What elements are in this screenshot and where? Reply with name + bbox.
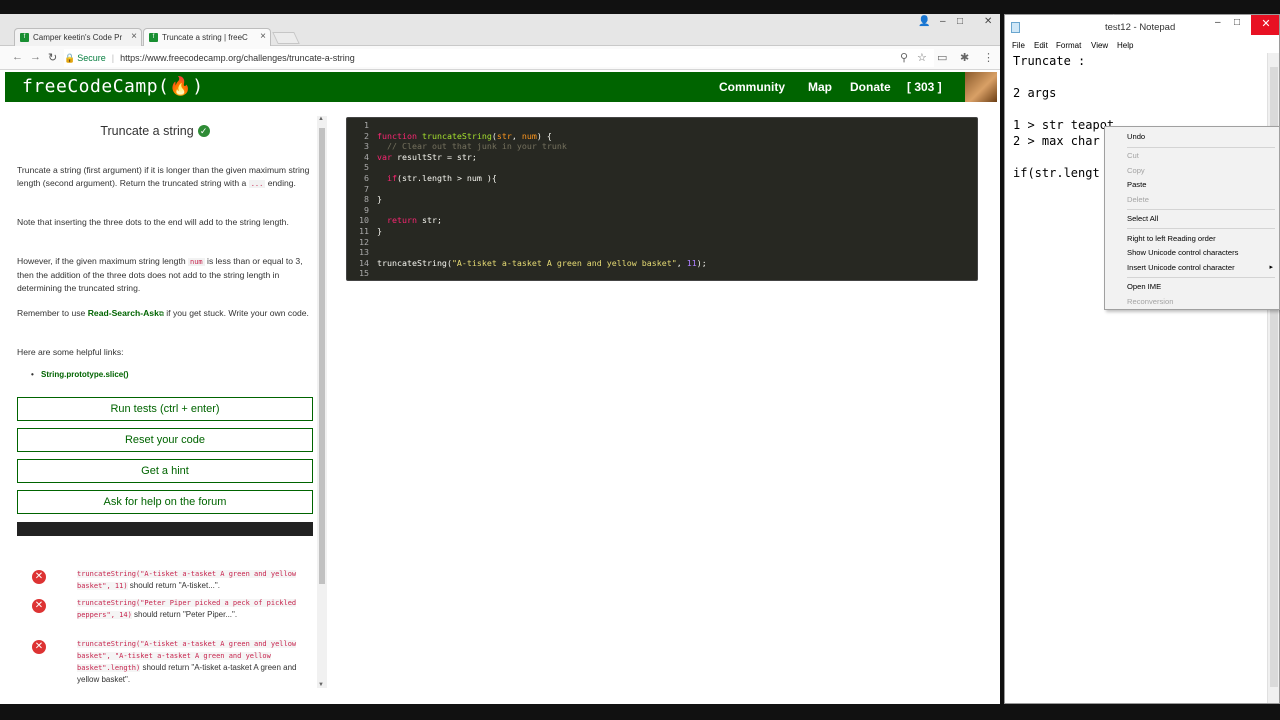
tab-close-icon[interactable]: × bbox=[131, 31, 137, 42]
window-close-icon[interactable]: ✕ bbox=[984, 16, 992, 27]
code-line: 15 bbox=[359, 268, 369, 279]
nav-map[interactable]: Map bbox=[808, 80, 832, 94]
tab-truncate-string[interactable]: f Truncate a string | freeC × bbox=[143, 28, 271, 46]
ask-forum-button[interactable]: Ask for help on the forum bbox=[17, 490, 313, 514]
code-line: 11} bbox=[359, 226, 382, 236]
fail-icon: ✕ bbox=[32, 570, 46, 584]
search-icon[interactable]: ⚲ bbox=[900, 51, 908, 64]
output-bar bbox=[17, 522, 313, 536]
link-string-slice[interactable]: String.prototype.slice() bbox=[31, 370, 129, 379]
challenge-pane: Truncate a string ✓ Truncate a string (fi… bbox=[5, 118, 327, 700]
description-p5: Here are some helpful links: bbox=[17, 347, 124, 357]
menu-format[interactable]: Format bbox=[1056, 41, 1081, 50]
reload-icon[interactable]: ↻ bbox=[48, 51, 57, 64]
code-line: 3 // Clear out that junk in your trunk bbox=[364, 141, 567, 152]
code-line: 7 bbox=[364, 183, 369, 194]
code-line: 10 return str; bbox=[359, 215, 442, 226]
menu-item-cut: Cut bbox=[1127, 151, 1139, 160]
new-tab-button[interactable] bbox=[272, 32, 300, 44]
back-icon[interactable]: ← bbox=[12, 51, 23, 63]
notepad-app-icon bbox=[1011, 22, 1020, 33]
menu-edit[interactable]: Edit bbox=[1034, 41, 1048, 50]
close-icon[interactable]: ✕ bbox=[1251, 15, 1279, 35]
address-bar[interactable]: 🔒 Secure | https://www.freecodecamp.org/cha… bbox=[64, 49, 934, 67]
lock-icon: 🔒 bbox=[64, 53, 76, 63]
challenge-title: Truncate a string ✓ bbox=[5, 124, 305, 138]
profile-icon[interactable]: 👤 bbox=[918, 16, 930, 27]
nav-points[interactable]: [ 303 ] bbox=[907, 80, 942, 94]
get-hint-button[interactable]: Get a hint bbox=[17, 459, 313, 483]
desktop: f Camper keetin's Code Pr × f Truncate a… bbox=[0, 0, 1280, 720]
menu-help[interactable]: Help bbox=[1117, 41, 1133, 50]
description-p2: Note that inserting the three dots to th… bbox=[17, 217, 289, 227]
challenge-scrollbar[interactable]: ▲ ▼ bbox=[317, 116, 327, 688]
minimize-icon[interactable]: – bbox=[1215, 17, 1221, 28]
scroll-down-icon[interactable]: ▼ bbox=[318, 682, 324, 688]
code-line: 13 bbox=[359, 247, 369, 258]
fail-icon: ✕ bbox=[32, 599, 46, 613]
fcc-favicon: f bbox=[149, 33, 158, 42]
submenu-arrow-icon: ▸ bbox=[1269, 264, 1273, 271]
code-line: 6 if(str.length > num ){ bbox=[364, 173, 497, 183]
tab-codepen[interactable]: f Camper keetin's Code Pr × bbox=[14, 28, 142, 46]
notepad-window: test12 - Notepad – □ ✕ File Edit Format … bbox=[1004, 14, 1280, 704]
completed-check-icon: ✓ bbox=[197, 125, 210, 137]
menu-item-paste[interactable]: Paste bbox=[1127, 180, 1146, 189]
description-p4: Remember to use Read-Search-Ask⧉ if you … bbox=[17, 308, 309, 318]
read-search-ask-link[interactable]: Read-Search-Ask bbox=[88, 308, 159, 318]
tab-title: Truncate a string | freeC bbox=[162, 33, 248, 42]
menu-item-undo[interactable]: Undo bbox=[1127, 132, 1145, 141]
tab-close-icon[interactable]: × bbox=[260, 31, 266, 42]
reset-code-button[interactable]: Reset your code bbox=[17, 428, 313, 452]
code-line: 8} bbox=[364, 194, 382, 205]
menu-view[interactable]: View bbox=[1091, 41, 1108, 50]
tab-strip: f Camper keetin's Code Pr × f Truncate a… bbox=[0, 14, 1000, 46]
url-text: https://www.freecodecamp.org/challenges/… bbox=[120, 53, 355, 63]
forward-icon[interactable]: → bbox=[30, 51, 41, 63]
run-tests-button[interactable]: Run tests (ctrl + enter) bbox=[17, 397, 313, 421]
code-line: 2 function truncateString(str, num) { bbox=[364, 130, 552, 141]
code-line: 5 bbox=[364, 162, 369, 173]
maximize-icon[interactable]: □ bbox=[1234, 17, 1240, 28]
code-line: 1 bbox=[364, 120, 369, 130]
notepad-titlebar[interactable]: test12 - Notepad – □ ✕ bbox=[1005, 15, 1279, 37]
menu-item-open-ime[interactable]: Open IME bbox=[1127, 282, 1161, 291]
menu-item-copy: Copy bbox=[1127, 166, 1145, 175]
nav-community[interactable]: Community bbox=[719, 80, 785, 94]
code-line: 12 bbox=[359, 236, 369, 247]
menu-item-reconversion: Reconversion bbox=[1127, 297, 1174, 306]
code-line: 14 truncateString("A-tisket a-tasket A gr… bbox=[359, 257, 707, 268]
extension-icon[interactable]: ✱ bbox=[960, 51, 969, 64]
tab-title: Camper keetin's Code Pr bbox=[33, 33, 123, 42]
scrollbar-thumb[interactable] bbox=[319, 128, 325, 584]
fcc-navbar: freeCodeCamp(🔥) Community Map Donate [ 3… bbox=[5, 72, 997, 102]
secure-label: Secure bbox=[77, 53, 106, 63]
browser-toolbar: ← → ↻ 🔒 Secure | https://www.freecodecamp.o… bbox=[0, 46, 1000, 70]
code-line: 4 var resultStr = str; bbox=[364, 151, 477, 162]
scroll-up-icon[interactable]: ▲ bbox=[318, 116, 324, 122]
description-p1: Truncate a string (first argument) if it… bbox=[17, 165, 310, 188]
menu-file[interactable]: File bbox=[1012, 41, 1025, 50]
avatar[interactable] bbox=[965, 72, 997, 102]
menu-item-delete: Delete bbox=[1127, 195, 1149, 204]
star-icon[interactable]: ☆ bbox=[917, 51, 927, 64]
description-p3: However, if the given maximum string len… bbox=[17, 256, 303, 293]
notepad-menubar: File Edit Format View Help bbox=[1005, 37, 1279, 53]
fail-icon: ✕ bbox=[32, 640, 46, 654]
chrome-menu-icon[interactable]: ⋮ bbox=[983, 51, 994, 64]
minimize-icon[interactable]: – bbox=[940, 16, 946, 27]
menu-item-show-unicode[interactable]: Show Unicode control characters bbox=[1127, 248, 1238, 257]
code-line: 9 bbox=[364, 204, 369, 215]
context-menu: Undo Cut Copy Paste Delete Select All Ri… bbox=[1104, 126, 1280, 310]
menu-item-insert-unicode[interactable]: Insert Unicode control character bbox=[1127, 263, 1235, 272]
code-editor[interactable]: 1 2 function truncateString(str, num) { 3… bbox=[346, 117, 978, 281]
fcc-favicon: f bbox=[20, 33, 29, 42]
menu-item-rtl[interactable]: Right to left Reading order bbox=[1127, 234, 1216, 243]
fcc-logo[interactable]: freeCodeCamp(🔥) bbox=[22, 76, 204, 97]
menu-item-select-all[interactable]: Select All bbox=[1127, 214, 1158, 223]
nav-donate[interactable]: Donate bbox=[850, 80, 891, 94]
cast-icon[interactable]: ▭ bbox=[937, 51, 947, 64]
maximize-icon[interactable]: □ bbox=[957, 16, 963, 27]
